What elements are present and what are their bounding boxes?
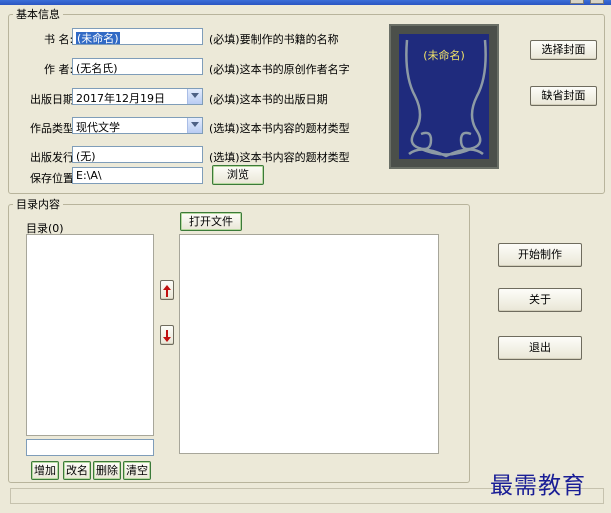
open-file-button[interactable]: 打开文件	[180, 212, 242, 231]
author-hint: (必填)这本书的原创作者名字	[209, 63, 350, 76]
move-down-button[interactable]	[160, 325, 174, 345]
save-location-input[interactable]: E:\A\	[72, 167, 203, 184]
arrow-down-icon	[163, 330, 171, 342]
book-name-label: 书 名:	[44, 33, 74, 46]
content-preview[interactable]	[179, 234, 439, 454]
toc-group-title: 目录内容	[16, 198, 60, 211]
minimize-button[interactable]	[570, 0, 584, 4]
cover-preview: (未命名)	[389, 24, 499, 169]
chevron-down-icon	[191, 122, 199, 127]
title-bar	[0, 0, 611, 5]
close-button[interactable]	[590, 0, 604, 4]
genre-label: 作品类型:	[30, 122, 78, 135]
delete-button[interactable]: 删除	[93, 461, 121, 480]
date-dropdown-button[interactable]	[187, 89, 202, 104]
clear-button[interactable]: 清空	[123, 461, 151, 480]
default-cover-button[interactable]: 缺省封面	[530, 86, 597, 106]
book-name-hint: (必填)要制作的书籍的名称	[209, 33, 339, 46]
start-build-button[interactable]: 开始制作	[498, 243, 582, 267]
genre-value: 现代文学	[76, 121, 120, 134]
about-button[interactable]: 关于	[498, 288, 582, 312]
exit-button[interactable]: 退出	[498, 336, 582, 360]
date-picker[interactable]: 2017年12月19日	[72, 88, 203, 105]
publisher-label: 出版发行:	[30, 151, 78, 164]
author-value: (无名氏)	[76, 62, 118, 75]
publisher-hint: (选填)这本书内容的题材类型	[209, 151, 350, 164]
add-button[interactable]: 增加	[31, 461, 59, 480]
book-name-value: (未命名)	[76, 32, 120, 45]
toc-list[interactable]	[26, 234, 154, 436]
genre-hint: (选填)这本书内容的题材类型	[209, 122, 350, 135]
author-label: 作 者:	[44, 63, 74, 76]
cover-image: (未命名)	[399, 34, 489, 159]
date-value: 2017年12月19日	[76, 92, 165, 105]
genre-dropdown-button[interactable]	[187, 118, 202, 133]
rename-button[interactable]: 改名	[63, 461, 91, 480]
move-up-button[interactable]	[160, 280, 174, 300]
genre-select[interactable]: 现代文学	[72, 117, 203, 134]
author-input[interactable]: (无名氏)	[72, 58, 203, 75]
basic-info-title: 基本信息	[16, 8, 60, 21]
publisher-input[interactable]: (无)	[72, 146, 203, 163]
save-location-value: E:\A\	[76, 169, 102, 182]
chevron-down-icon	[191, 93, 199, 98]
choose-cover-button[interactable]: 选择封面	[530, 40, 597, 60]
date-label: 出版日期:	[30, 93, 78, 106]
save-location-label: 保存位置:	[30, 172, 78, 185]
browse-button[interactable]: 浏览	[212, 165, 264, 185]
cover-title: (未命名)	[423, 49, 465, 62]
publisher-value: (无)	[76, 150, 96, 163]
arrow-up-icon	[163, 285, 171, 297]
toc-name-input[interactable]	[26, 439, 154, 456]
watermark: 最需教育	[490, 473, 586, 499]
book-name-input[interactable]: (未命名)	[72, 28, 203, 45]
date-hint: (必填)这本书的出版日期	[209, 93, 328, 106]
